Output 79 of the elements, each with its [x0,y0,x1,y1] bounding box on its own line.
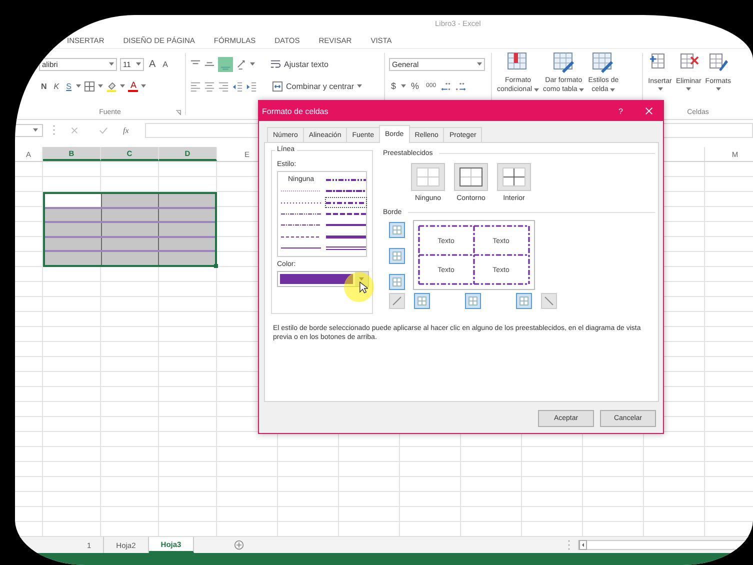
merge-cells-icon [272,80,283,92]
help-button[interactable]: ? [618,106,623,116]
caret-icon [401,84,406,88]
border-toggle-button[interactable] [465,293,481,309]
border-toggle-button[interactable] [541,293,557,309]
caret-icon [76,84,82,88]
name-box[interactable] [15,124,43,136]
border-toggle-button[interactable] [516,293,532,309]
bold-button[interactable]: N [39,82,49,90]
bottom-align-icon[interactable] [218,56,233,72]
percent-button[interactable]: % [409,81,422,91]
line-sample-icon [281,200,321,206]
pointer-icon [359,281,368,294]
increase-decimal-icon[interactable] [441,80,452,92]
border-toggle-button[interactable] [389,293,405,309]
font-color-button[interactable]: A [128,80,138,92]
align-right-icon[interactable] [218,80,229,92]
caret-icon [136,62,141,66]
border-toggle-button[interactable] [389,222,405,238]
line-sample-icon [326,188,366,194]
line-sample-icon [281,245,321,252]
scroll-left-icon[interactable] [579,540,587,550]
caret-icon [579,88,584,92]
dialog-title: Formato de celdas [262,106,330,116]
caret-icon [658,87,662,91]
fill-bucket-icon[interactable] [106,80,118,92]
caret-icon [33,128,38,132]
selected-range[interactable] [43,192,217,267]
caret-icon [250,62,255,66]
decrease-indent-icon[interactable] [232,80,243,92]
table-style-icon [591,51,616,73]
caret-icon [357,84,362,88]
insert-function-button[interactable]: fx [123,126,129,134]
line-sample-icon [281,210,321,217]
caret-icon [610,88,616,92]
line-sample-icon [326,176,366,183]
increase-indent-icon[interactable] [246,80,257,92]
wrap-text-button[interactable]: Ajustar texto [270,58,328,70]
wrap-text-icon [270,58,281,70]
add-sheet-icon[interactable] [234,540,244,550]
check-icon[interactable] [99,126,108,134]
align-center-icon[interactable] [204,80,215,92]
line-sample-icon [326,210,366,217]
caret-icon [98,84,104,88]
color-dropdown[interactable] [277,271,369,287]
caret-icon [477,62,482,66]
table-style-icon [552,51,576,73]
merge-center-button[interactable]: Combinar y centrar [272,80,362,92]
caret-icon [686,87,692,91]
border-toggle-button[interactable] [414,293,430,309]
shrink-font-button[interactable]: A [160,60,170,68]
align-left-icon[interactable] [190,80,201,92]
decrease-decimal-icon[interactable] [455,80,466,92]
line-sample-icon [326,245,366,252]
line-sample-icon [281,234,321,240]
grow-font-button[interactable]: A [147,58,158,70]
close-icon[interactable] [645,107,653,115]
caret-icon [534,88,540,92]
border-toggle-button[interactable] [389,274,405,290]
line-sample-icon [281,188,321,194]
line-style-option[interactable] [325,196,367,208]
line-sample-icon [326,222,366,228]
borders-icon[interactable] [84,80,96,92]
border-toggle-button[interactable] [389,248,405,264]
italic-button[interactable]: K [52,82,62,90]
cursor-highlight [344,272,374,302]
line-sample-icon [326,200,366,206]
launcher-icon[interactable] [176,110,181,115]
caret-icon [120,84,126,88]
line-sample-icon [326,234,366,240]
line-sample-icon [281,222,321,228]
preset-button[interactable] [497,163,531,191]
underline-button[interactable]: S [64,82,74,90]
caret-icon [141,84,146,88]
currency-button[interactable]: $ [389,81,398,91]
caret-icon [109,62,114,66]
orientation-icon[interactable] [236,58,247,70]
caret-icon [716,87,721,91]
preset-button[interactable] [454,163,488,191]
